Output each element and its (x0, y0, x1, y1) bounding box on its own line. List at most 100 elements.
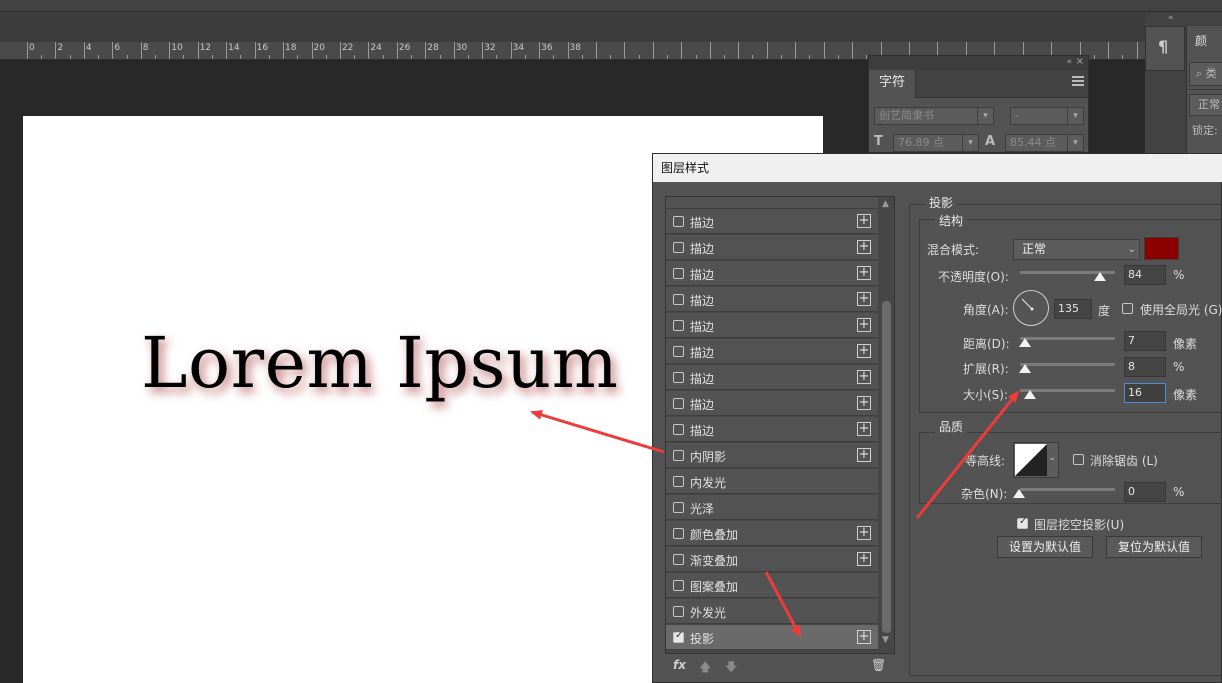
effects-list-item[interactable]: 描边 + (666, 417, 878, 442)
effects-list-item[interactable]: 描边 + (666, 339, 878, 364)
effect-checkbox[interactable] (673, 476, 684, 487)
noise-slider-thumb[interactable] (1013, 489, 1025, 498)
ruler-tick (539, 42, 541, 59)
effect-checkbox[interactable] (673, 580, 684, 591)
blend-mode-dropdown[interactable]: 正常 ⌄ (1013, 239, 1140, 260)
effects-list-item[interactable]: 内阴影 + (666, 443, 878, 468)
font-family-select[interactable]: 创艺简隶书 ▾ (874, 107, 994, 125)
font-size-select[interactable]: 76.89 点 ▾ (893, 134, 979, 152)
add-effect-icon[interactable]: + (857, 630, 871, 644)
add-effect-icon[interactable]: + (857, 318, 871, 332)
add-effect-icon[interactable]: + (857, 240, 871, 254)
layer-filter-input[interactable]: ⌕ 类 (1189, 62, 1222, 86)
add-effect-icon[interactable]: + (857, 370, 871, 384)
effects-list-item[interactable]: 外发光 (666, 599, 878, 624)
panel-header[interactable]: « × (869, 56, 1088, 70)
spread-slider-track[interactable] (1020, 363, 1115, 366)
distance-slider-thumb[interactable] (1019, 338, 1031, 347)
effect-checkbox[interactable] (673, 554, 684, 565)
effect-checkbox[interactable] (673, 398, 684, 409)
distance-slider-track[interactable] (1020, 337, 1115, 340)
distance-input[interactable]: 7 (1124, 331, 1166, 351)
effect-checkbox[interactable] (673, 346, 684, 357)
effect-checkbox[interactable] (673, 502, 684, 513)
leading-select[interactable]: 85.44 点 ▾ (1005, 134, 1084, 152)
scroll-down-icon[interactable]: ▼ (882, 635, 889, 645)
canvas-text-layer[interactable]: Lorem Ipsum (141, 322, 619, 404)
effects-list-item[interactable]: 投影 + (666, 625, 878, 650)
opacity-input[interactable]: 84 (1124, 265, 1166, 285)
opacity-slider-thumb[interactable] (1093, 272, 1106, 281)
blend-mode-select[interactable]: 正常 (1189, 94, 1222, 116)
effects-list-item[interactable]: 颜色叠加 + (666, 521, 878, 546)
effect-checkbox[interactable] (673, 424, 684, 435)
effects-list-item[interactable]: 描边 + (666, 365, 878, 390)
add-effect-icon[interactable]: + (857, 526, 871, 540)
move-down-icon[interactable]: 🡇 (725, 658, 737, 679)
ruler-tick (169, 42, 171, 59)
angle-dial[interactable] (1013, 290, 1049, 326)
set-default-button[interactable]: 设置为默认值 (997, 536, 1093, 558)
font-style-select[interactable]: - ▾ (1010, 107, 1084, 125)
paragraph-panel-button[interactable]: ¶ (1145, 26, 1185, 71)
contour-picker[interactable]: ⌄ (1013, 442, 1059, 478)
add-effect-icon[interactable]: + (857, 344, 871, 358)
effects-list-item[interactable]: 描边 + (666, 261, 878, 286)
effects-list-item[interactable]: 内发光 (666, 469, 878, 494)
add-effect-icon[interactable]: + (857, 422, 871, 436)
tab-partial[interactable]: 颜 (1195, 32, 1207, 49)
reset-default-button[interactable]: 复位为默认值 (1106, 536, 1202, 558)
knockout-checkbox[interactable] (1017, 516, 1028, 529)
effects-list-item[interactable]: 描边 + (666, 313, 878, 338)
effects-list-item-partial[interactable] (666, 197, 878, 209)
effect-checkbox[interactable] (673, 242, 684, 253)
ruler-tick (766, 42, 768, 59)
tab-character[interactable]: 字符 (869, 70, 916, 98)
effect-checkbox[interactable] (673, 528, 684, 539)
effects-list-item[interactable]: 描边 + (666, 391, 878, 416)
move-up-icon[interactable]: 🡅 (699, 658, 711, 679)
collapse-icon[interactable]: « (1066, 57, 1072, 67)
add-effect-icon[interactable]: + (857, 396, 871, 410)
spread-slider-thumb[interactable] (1019, 364, 1031, 373)
effect-checkbox[interactable] (673, 320, 684, 331)
effects-list-item[interactable]: 描边 + (666, 209, 878, 234)
effects-list-item[interactable]: 图案叠加 (666, 573, 878, 598)
effect-checkbox[interactable] (673, 268, 684, 279)
contour-preview (1015, 444, 1047, 476)
trash-icon[interactable]: 🗑 (871, 658, 886, 672)
add-effect-icon[interactable]: + (857, 214, 871, 228)
effect-checkbox[interactable] (673, 216, 684, 227)
scroll-up-icon[interactable]: ▲ (882, 199, 889, 209)
effect-checkbox[interactable] (673, 450, 684, 461)
effect-checkbox[interactable] (673, 372, 684, 383)
shadow-color-swatch[interactable] (1144, 237, 1179, 260)
angle-input[interactable]: 135 (1054, 299, 1092, 319)
ruler-label: 28 (427, 43, 439, 53)
collapse-icon[interactable]: « (1168, 13, 1174, 23)
effect-checkbox[interactable] (673, 630, 684, 643)
add-effect-icon[interactable]: + (857, 292, 871, 306)
noise-input[interactable]: 0 (1124, 482, 1166, 502)
size-slider-thumb[interactable] (1024, 390, 1036, 399)
effects-list-item[interactable]: 光泽 (666, 495, 878, 520)
effect-checkbox[interactable] (673, 606, 684, 617)
close-icon[interactable]: × (1076, 56, 1084, 67)
add-effect-icon[interactable]: + (857, 448, 871, 462)
effects-list-item[interactable]: 描边 + (666, 235, 878, 260)
spread-input[interactable]: 8 (1124, 357, 1166, 377)
global-light-checkbox[interactable] (1122, 303, 1133, 314)
effect-checkbox[interactable] (673, 294, 684, 305)
add-effect-icon[interactable]: + (857, 552, 871, 566)
noise-unit: % (1173, 485, 1185, 499)
effects-list-item[interactable]: 描边 + (666, 287, 878, 312)
anti-alias-checkbox[interactable] (1073, 454, 1084, 465)
fx-icon[interactable]: fx (673, 658, 686, 672)
scrollbar-thumb[interactable] (882, 301, 891, 633)
noise-slider-track[interactable] (1020, 488, 1115, 491)
panel-menu-icon[interactable] (1072, 76, 1084, 88)
effects-scrollbar[interactable]: ▲ ▼ (878, 197, 894, 653)
size-input[interactable]: 16 (1124, 383, 1166, 403)
add-effect-icon[interactable]: + (857, 266, 871, 280)
effects-list-item[interactable]: 渐变叠加 + (666, 547, 878, 572)
